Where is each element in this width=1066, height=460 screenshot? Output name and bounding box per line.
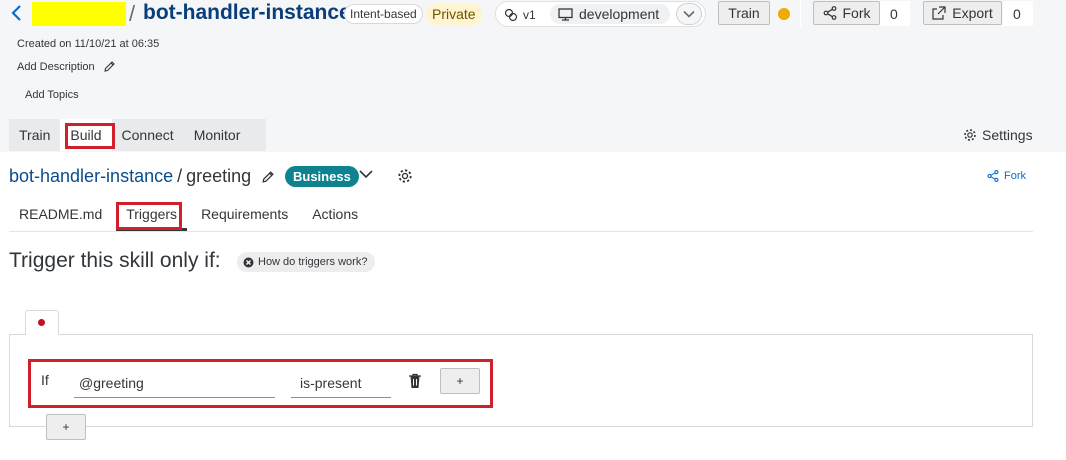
bot-title: bot-handler-instance: [143, 1, 351, 24]
breadcrumb-separator: /: [177, 166, 183, 186]
close-circle-icon: [243, 257, 254, 267]
version-label: v1: [523, 8, 536, 22]
toolbar-divider: [800, 0, 801, 28]
environment-label: development: [579, 6, 660, 22]
triggers-help-link[interactable]: How do triggers work?: [237, 252, 376, 272]
fork-count: 0: [880, 1, 910, 26]
skill-type-badge: Business: [285, 166, 359, 187]
condition-group-tab[interactable]: [25, 310, 59, 335]
add-description-link[interactable]: Add Description: [17, 60, 116, 73]
settings-link[interactable]: Settings: [963, 127, 1033, 143]
skill-tab-bar: README.md Triggers Requirements Actions: [9, 198, 1033, 232]
skill-name: greeting: [186, 166, 252, 186]
add-condition-button[interactable]: +: [440, 368, 480, 394]
fork-skill-label: Fork: [1004, 170, 1026, 182]
fork-label: Fork: [842, 5, 871, 21]
version-environment-selector: v1 development: [495, 1, 706, 27]
fork-skill-link[interactable]: Fork: [987, 170, 1026, 182]
bot-type-badge: Intent-based: [344, 4, 423, 24]
monitor-icon: [558, 7, 573, 21]
main-tab-bar: Train Build Connect Monitor: [9, 119, 266, 151]
add-description-label: Add Description: [17, 60, 95, 73]
tab-actions[interactable]: Actions: [302, 198, 368, 231]
add-topics-link[interactable]: Add Topics: [25, 89, 79, 101]
redacted-owner-name: [32, 2, 126, 26]
share-icon: [823, 6, 836, 20]
chevron-left-icon[interactable]: [10, 4, 28, 24]
created-date: Created on 11/10/21 at 06:35: [17, 38, 160, 50]
chevron-down-icon[interactable]: [359, 169, 373, 179]
environment-selector[interactable]: development: [550, 4, 670, 24]
triggers-help-label: How do triggers work?: [258, 256, 368, 268]
edit-skill-icon[interactable]: [261, 170, 275, 184]
version-selector[interactable]: v1: [504, 5, 536, 25]
breadcrumb-bot-link[interactable]: bot-handler-instance: [9, 166, 173, 187]
export-button[interactable]: Export: [923, 1, 1002, 25]
train-button[interactable]: Train: [718, 1, 770, 25]
export-count: 0: [1003, 1, 1033, 26]
tab-readme[interactable]: README.md: [9, 198, 112, 231]
train-status-indicator: [778, 8, 790, 20]
pencil-icon: [103, 61, 115, 72]
if-label: If: [41, 372, 49, 388]
condition-entity-input[interactable]: [74, 368, 275, 398]
skill-breadcrumb: bot-handler-instance / greeting: [9, 166, 275, 187]
environment-dropdown[interactable]: [676, 3, 702, 25]
tab-train[interactable]: Train: [9, 119, 60, 151]
export-icon: [932, 6, 946, 20]
triggers-heading: Trigger this skill only if:: [9, 249, 221, 272]
fork-button[interactable]: Fork: [813, 1, 880, 25]
tab-connect[interactable]: Connect: [112, 119, 184, 151]
title-separator: /: [129, 1, 136, 26]
tab-build[interactable]: Build: [60, 119, 112, 151]
share-icon: [987, 170, 999, 182]
condition-status-dot: [38, 319, 45, 326]
visibility-badge: Private: [426, 4, 482, 25]
settings-label: Settings: [982, 127, 1033, 143]
bot-header: / bot-handler-instance Intent-based Priv…: [0, 0, 1066, 152]
tab-triggers[interactable]: Triggers: [116, 198, 188, 231]
tab-requirements[interactable]: Requirements: [191, 198, 298, 231]
branch-icon: [504, 8, 518, 22]
add-condition-group-button[interactable]: +: [46, 414, 86, 440]
condition-operator-input[interactable]: [291, 368, 391, 398]
skill-settings-icon[interactable]: [397, 168, 413, 184]
trash-icon[interactable]: [408, 373, 422, 389]
gear-icon: [964, 129, 976, 141]
export-label: Export: [952, 5, 993, 21]
chevron-down-icon: [683, 10, 695, 18]
tab-monitor[interactable]: Monitor: [184, 119, 251, 151]
